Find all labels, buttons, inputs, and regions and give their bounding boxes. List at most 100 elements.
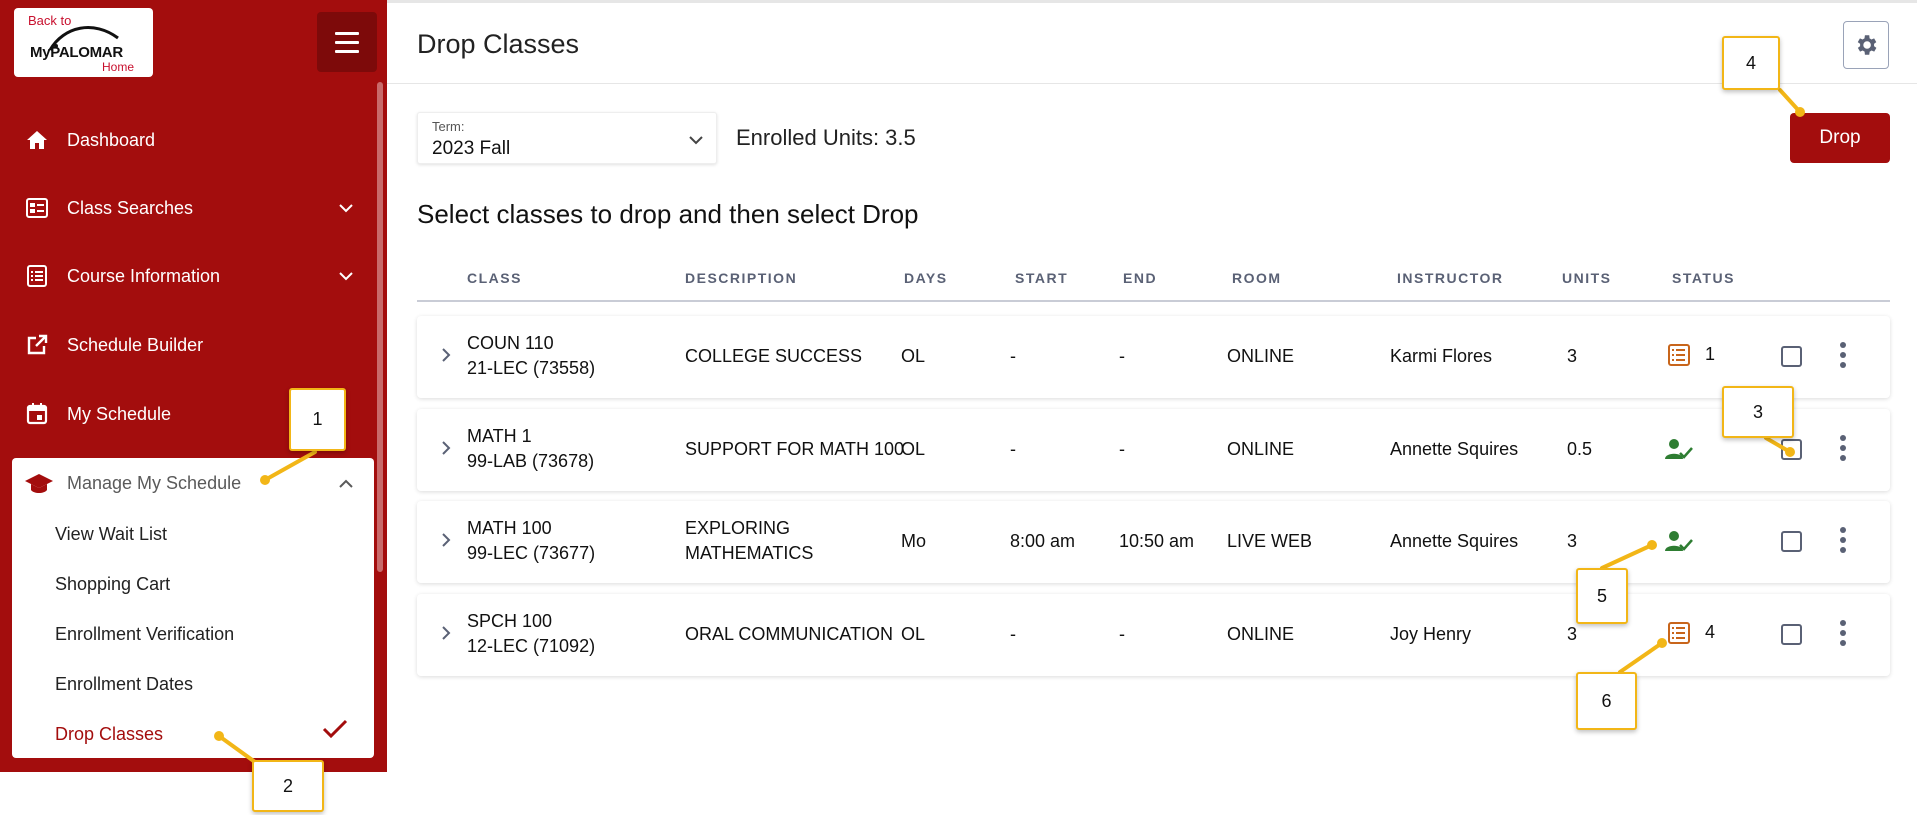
drop-button[interactable]: Drop [1790,113,1890,163]
sidebar-item-schedule-builder[interactable]: Schedule Builder [0,315,372,375]
table-row: MATH 1 99-LAB (73678) SUPPORT FOR MATH 10… [417,409,1890,491]
chevron-right-icon[interactable] [439,531,453,549]
chevron-up-icon [339,479,353,488]
days-cell: OL [901,439,926,459]
sidebar-subitem-enrollment-verification[interactable]: Enrollment Verification [55,624,234,645]
days-cell: Mo [901,531,927,551]
sidebar-item-label: Course Information [67,265,221,286]
end-cell: - [1119,346,1125,366]
drop-checkbox[interactable] [1781,346,1802,367]
room-cell: ONLINE [1227,439,1295,459]
term-label: Term: [432,119,465,134]
start-cell: - [1010,624,1016,644]
chevron-right-icon[interactable] [439,439,453,457]
waitlist-icon [1668,622,1690,644]
instructor-cell: Karmi Flores [1390,346,1493,366]
waitlist-position: 4 [1705,622,1716,642]
column-header-start: START [1015,270,1069,286]
sidebar-item-dashboard[interactable]: Dashboard [0,110,372,170]
table-row: MATH 100 99-LEC (73677) EXPLORING MATHEMAT… [417,501,1890,583]
class-code: SPCH 100 [467,611,553,631]
sidebar-subitem-drop-classes[interactable]: Drop Classes [55,724,163,745]
units-cell: 3 [1567,346,1578,366]
instructor-cell: Annette Squires [1390,531,1519,551]
sidebar-item-class-searches[interactable]: Class Searches [0,178,372,238]
checkmark-icon [322,719,348,739]
days-cell: OL [901,624,926,644]
sidebar-item-label: Class Searches [67,197,194,218]
class-cell: COUN 110 21-LEC (73558) [467,331,595,381]
column-header-status: STATUS [1672,270,1735,286]
page-title: Drop Classes [417,29,580,59]
drop-checkbox[interactable] [1781,439,1802,460]
start-cell: 8:00 am [1010,531,1076,551]
sidebar: Back to MyPALOMAR Home Dashboard Class S… [0,0,387,772]
sidebar-item-manage-my-schedule[interactable]: Manage My Schedule [12,458,374,508]
drop-checkbox[interactable] [1781,624,1802,645]
instructor-cell: Joy Henry [1390,624,1472,644]
more-options-icon[interactable] [1840,618,1846,648]
class-cell: MATH 1 99-LAB (73678) [467,424,594,474]
gear-icon [1857,35,1877,55]
chevron-right-icon[interactable] [439,624,453,642]
callout-marker: 2 [252,760,324,812]
mypalomar-home-logo[interactable]: Back to MyPALOMAR Home [14,8,153,77]
class-section: 12-LEC (71092) [467,636,596,656]
course-info-icon [24,263,50,289]
chevron-down-icon [339,272,353,281]
start-cell: - [1010,346,1016,366]
drop-checkbox[interactable] [1781,531,1802,552]
days-cell: OL [901,346,926,366]
enrolled-user-check-icon [1665,439,1693,459]
class-section: 21-LEC (73558) [467,358,596,378]
external-link-icon [24,332,50,358]
term-select[interactable]: Term: 2023 Fall [417,112,717,164]
sidebar-subitem-shopping-cart[interactable]: Shopping Cart [55,574,170,595]
chevron-down-icon [339,204,353,213]
more-options-icon[interactable] [1840,340,1846,370]
description-line-1: EXPLORING [685,518,791,538]
units-cell: 3 [1567,531,1578,551]
class-cell: MATH 100 99-LEC (73677) [467,516,595,566]
table-header: CLASS DESCRIPTION DAYS START END ROOM IN… [417,262,1890,302]
more-options-icon[interactable] [1840,525,1846,555]
sidebar-subitem-enrollment-dates[interactable]: Enrollment Dates [55,674,193,695]
sidebar-subitem-view-wait-list[interactable]: View Wait List [55,524,167,545]
table-row: COUN 110 21-LEC (73558) COLLEGE SUCCESS O… [417,316,1890,398]
callout-marker: 1 [289,388,346,451]
callout-marker: 5 [1576,568,1628,624]
chevron-right-icon[interactable] [439,346,453,364]
start-cell: - [1010,439,1016,459]
calendar-icon [24,401,50,427]
end-cell: 10:50 am [1119,531,1195,551]
callout-marker: 4 [1722,36,1780,90]
column-header-description: DESCRIPTION [685,270,798,286]
instructions-heading: Select classes to drop and then select D… [417,199,919,229]
more-options-icon[interactable] [1840,433,1846,463]
settings-button[interactable] [1843,21,1889,69]
sidebar-scrollbar[interactable] [377,82,383,572]
class-code: MATH 1 [467,426,532,446]
class-section: 99-LEC (73677) [467,543,596,563]
table-row: SPCH 100 12-LEC (71092) ORAL COMMUNICATIO… [417,594,1890,676]
term-value: 2023 Fall [432,138,511,159]
logo-brand-text: MyPALOMAR [30,44,123,61]
column-header-class: CLASS [467,270,522,286]
sidebar-item-label: Manage My Schedule [67,473,242,493]
class-code: COUN 110 [467,333,554,353]
sidebar-item-label: Schedule Builder [67,334,204,355]
room-cell: ONLINE [1227,346,1295,366]
room-cell: LIVE WEB [1227,531,1313,551]
description-cell: EXPLORING MATHEMATICS [685,516,813,566]
waitlist-icon [1668,344,1690,366]
description-cell: COLLEGE SUCCESS [685,346,863,366]
enrolled-user-check-icon [1665,531,1693,551]
sidebar-item-course-information[interactable]: Course Information [0,246,372,306]
logo-home-text: Home [102,60,135,74]
units-cell: 3 [1567,624,1578,644]
end-cell: - [1119,439,1125,459]
description-line-2: MATHEMATICS [685,543,814,563]
end-cell: - [1119,624,1125,644]
hamburger-menu-button[interactable] [317,12,377,72]
sidebar-item-label: Dashboard [67,129,156,150]
